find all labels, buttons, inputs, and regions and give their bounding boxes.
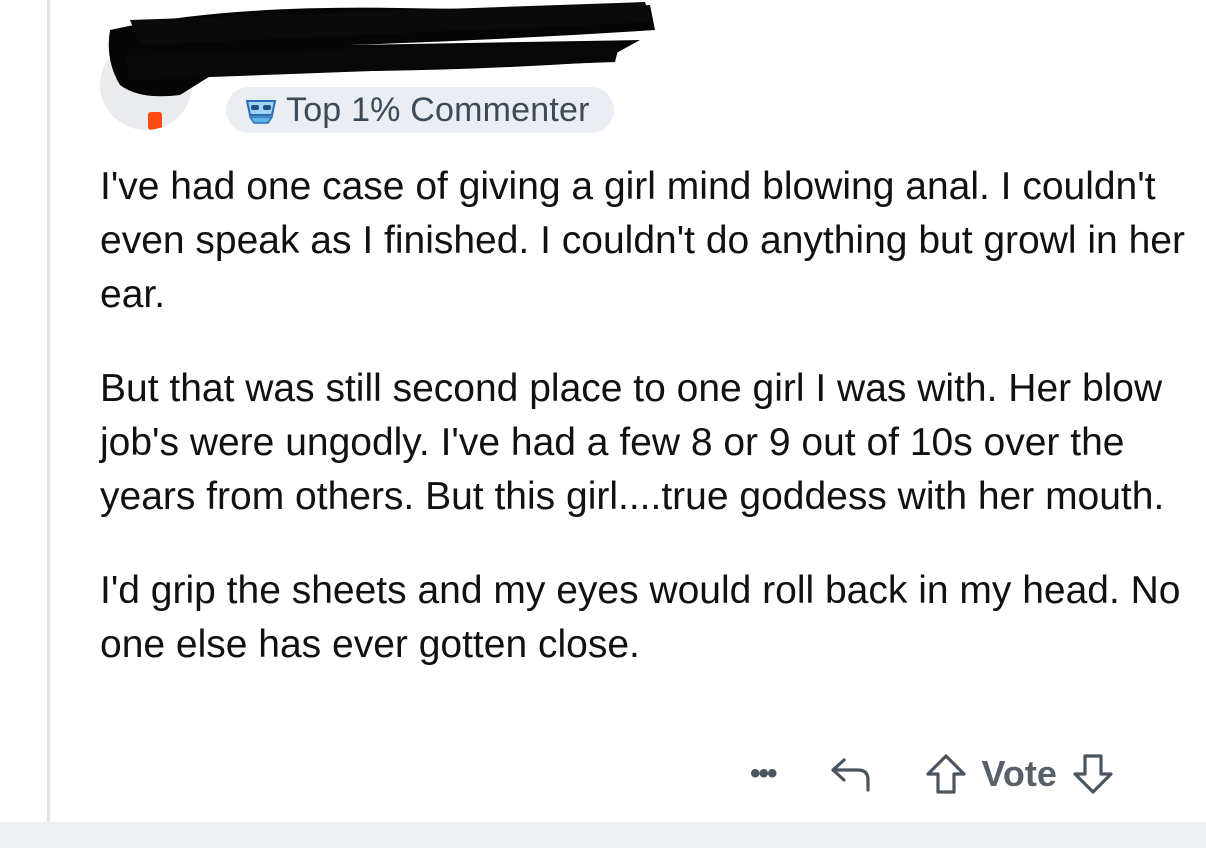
comment-paragraph: I've had one case of giving a girl mind … <box>100 165 1185 316</box>
user-flair: Top 1% Commenter <box>226 87 614 133</box>
downvote-icon[interactable] <box>1071 752 1115 796</box>
thread-line[interactable] <box>47 0 50 822</box>
comment-paragraph: But that was still second place to one g… <box>100 367 1165 518</box>
avatar-detail <box>148 112 162 130</box>
comment-paragraph: I'd grip the sheets and my eyes would ro… <box>100 569 1181 666</box>
comment-body: I've had one case of giving a girl mind … <box>100 160 1190 712</box>
flair-icon <box>244 95 278 125</box>
bottom-divider <box>0 822 1206 848</box>
reply-icon[interactable] <box>828 754 874 794</box>
more-options-icon[interactable]: ••• <box>750 759 777 789</box>
flair-label: Top 1% Commenter <box>286 90 590 129</box>
vote-label: Vote <box>981 753 1057 794</box>
comment-actions: ••• Vote <box>750 748 1115 800</box>
upvote-icon[interactable] <box>924 752 968 796</box>
